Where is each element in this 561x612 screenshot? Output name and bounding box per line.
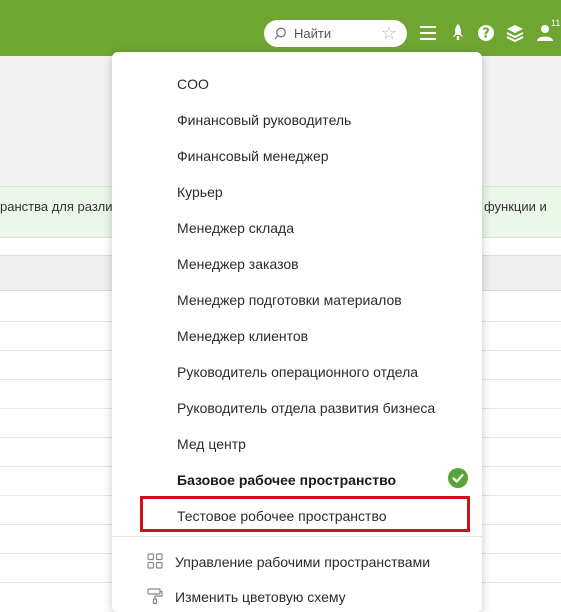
search-icon bbox=[274, 27, 286, 40]
workspace-item-clients-manager[interactable]: Менеджер клиентов bbox=[177, 328, 308, 344]
workspace-item-med-center[interactable]: Мед центр bbox=[177, 436, 246, 452]
svg-text:?: ? bbox=[482, 27, 490, 42]
workspace-item-finance-manager[interactable]: Финансовый менеджер bbox=[177, 148, 329, 164]
notice-text-left: ранства для разли bbox=[0, 199, 113, 214]
workspace-item-base-active[interactable]: Базовое рабочее пространство bbox=[177, 472, 396, 488]
layers-icon[interactable] bbox=[505, 23, 525, 43]
manage-workspaces-icon bbox=[147, 553, 163, 569]
workspace-item-operations-head[interactable]: Руководитель операционного отдела bbox=[177, 364, 418, 380]
notice-text-right: функции и bbox=[484, 199, 547, 214]
workspace-dropdown: COO Финансовый руководитель Финансовый м… bbox=[112, 52, 482, 612]
notification-badge: 11 bbox=[551, 18, 561, 28]
manage-workspaces-button[interactable]: Управление рабочими пространствами bbox=[175, 554, 430, 570]
menu-divider bbox=[112, 536, 482, 537]
menu-icon[interactable] bbox=[418, 23, 438, 43]
help-icon[interactable]: ? bbox=[476, 23, 496, 43]
active-check-icon bbox=[448, 468, 468, 488]
search-box[interactable]: Найти ☆ bbox=[264, 20, 407, 47]
rocket-icon[interactable] bbox=[448, 23, 468, 43]
workspace-item-courier[interactable]: Курьер bbox=[177, 184, 223, 200]
search-input[interactable]: Найти bbox=[294, 26, 331, 41]
star-icon[interactable]: ☆ bbox=[381, 24, 397, 42]
workspace-item-bizdev-head[interactable]: Руководитель отдела развития бизнеса bbox=[177, 400, 435, 416]
workspace-item-materials-manager[interactable]: Менеджер подготовки материалов bbox=[177, 292, 402, 308]
workspace-item-finance-head[interactable]: Финансовый руководитель bbox=[177, 112, 351, 128]
workspace-item-orders-manager[interactable]: Менеджер заказов bbox=[177, 256, 299, 272]
workspace-item-coo[interactable]: COO bbox=[177, 76, 209, 92]
highlight-box bbox=[140, 496, 470, 532]
change-theme-button[interactable]: Изменить цветовую схему bbox=[175, 589, 346, 605]
workspace-item-warehouse-manager[interactable]: Менеджер склада bbox=[177, 220, 294, 236]
top-bar: Найти ☆ ? 11 bbox=[0, 0, 561, 56]
